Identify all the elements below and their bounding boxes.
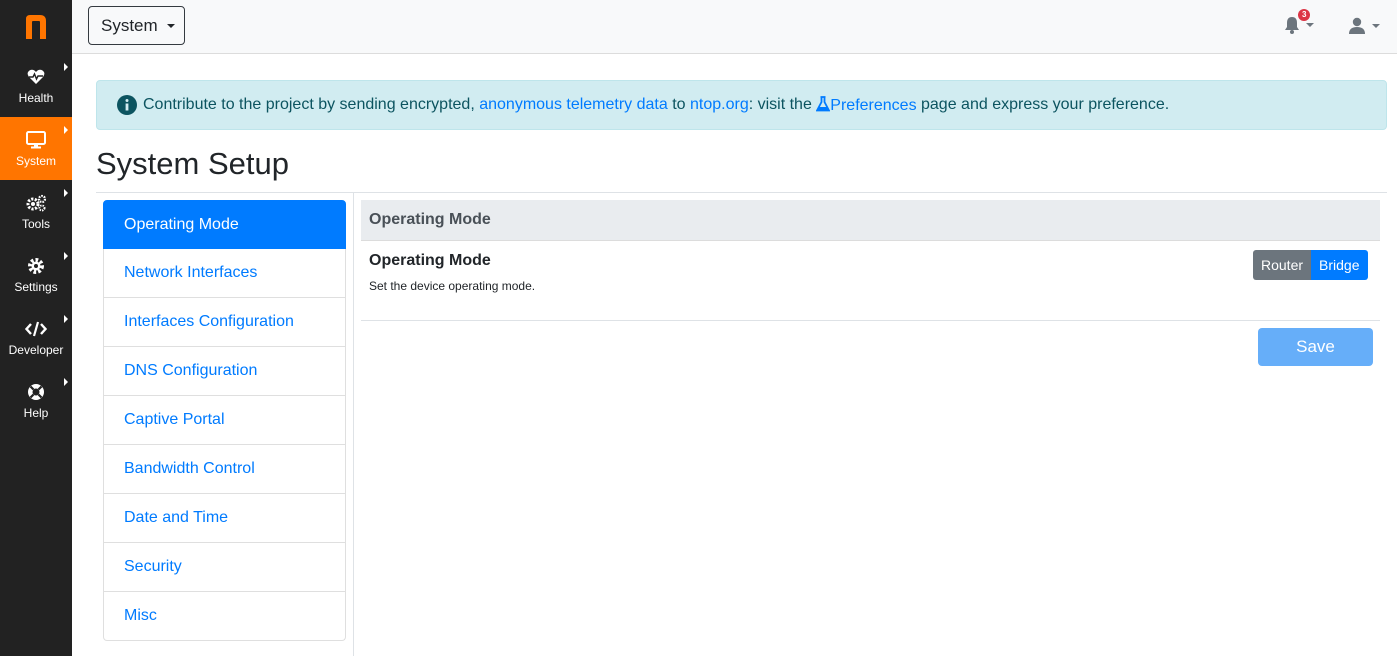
caret-right-icon: [64, 189, 68, 197]
panel-header: Operating Mode: [361, 200, 1380, 241]
page-title: System Setup: [96, 146, 289, 181]
gear-icon: [27, 256, 45, 276]
sidebar-item-help[interactable]: Help: [0, 369, 72, 432]
ntop-org-link[interactable]: ntop.org: [690, 96, 749, 114]
user-icon: [1349, 17, 1365, 34]
tab-date-and-time[interactable]: Date and Time: [103, 494, 346, 543]
caret-right-icon: [64, 315, 68, 323]
sidebar-item-label: Settings: [14, 279, 58, 294]
desktop-icon: [26, 130, 46, 150]
bell-icon: [1285, 17, 1299, 34]
notifications-dropdown[interactable]: 3: [1284, 9, 1316, 38]
tab-interfaces-configuration[interactable]: Interfaces Configuration: [103, 298, 346, 347]
notifications-count-badge: 3: [1298, 9, 1311, 21]
chevron-down-icon: [1306, 23, 1314, 27]
save-button[interactable]: Save: [1258, 328, 1373, 366]
router-option-button[interactable]: Router: [1253, 250, 1312, 280]
panel-divider: [361, 320, 1380, 321]
chevron-down-icon: [1372, 24, 1380, 28]
code-icon: [25, 319, 47, 339]
caret-right-icon: [64, 63, 68, 71]
sidebar-item-health[interactable]: Health: [0, 54, 72, 117]
sidebar-item-developer[interactable]: Developer: [0, 306, 72, 369]
caret-right-icon: [64, 252, 68, 260]
setting-description: Set the device operating mode.: [369, 279, 536, 293]
sidebar-item-tools[interactable]: Tools: [0, 180, 72, 243]
heartbeat-icon: [27, 67, 45, 87]
sidebar-item-settings[interactable]: Settings: [0, 243, 72, 306]
cogs-icon: [25, 193, 47, 213]
system-dropdown-label: System: [101, 15, 158, 35]
sidebar-item-label: Help: [23, 405, 49, 420]
operating-mode-toggle: Router Bridge: [1253, 250, 1368, 280]
sidebar-item-label: Tools: [21, 216, 50, 231]
user-menu-dropdown[interactable]: [1347, 16, 1381, 38]
bridge-option-button[interactable]: Bridge: [1311, 250, 1368, 280]
life-ring-icon: [27, 382, 45, 402]
tab-security[interactable]: Security: [103, 543, 346, 592]
alert-text-visit: : visit the: [748, 96, 817, 113]
ntop-logo-icon: [26, 15, 46, 39]
sidebar-item-label: System: [15, 153, 56, 168]
alert-text-after: page and express your preference.: [916, 96, 1170, 113]
caret-right-icon: [64, 126, 68, 134]
tab-network-interfaces[interactable]: Network Interfaces: [103, 249, 346, 298]
system-dropdown[interactable]: System: [88, 6, 185, 45]
ntop-logo[interactable]: [0, 0, 72, 54]
sidebar-item-system[interactable]: System: [0, 117, 72, 180]
setup-tab-list: Operating Mode Network Interfaces Interf…: [103, 200, 346, 641]
tab-misc[interactable]: Misc: [103, 592, 346, 641]
tab-captive-portal[interactable]: Captive Portal: [103, 396, 346, 445]
title-divider: [96, 192, 1387, 193]
top-navbar: System 3: [72, 0, 1397, 54]
setting-title: Operating Mode: [369, 252, 491, 269]
flask-icon: [816, 95, 831, 112]
info-circle-icon: [117, 95, 137, 115]
tab-dns-configuration[interactable]: DNS Configuration: [103, 347, 346, 396]
preferences-link[interactable]: Preferences: [816, 95, 917, 115]
tab-bandwidth-control[interactable]: Bandwidth Control: [103, 445, 346, 494]
sidebar-item-label: Developer: [8, 342, 64, 357]
chevron-down-icon: [166, 23, 175, 28]
telemetry-alert: Contribute to the project by sending enc…: [96, 80, 1387, 130]
alert-text-before: Contribute to the project by sending enc…: [143, 96, 475, 113]
sidebar-item-label: Health: [18, 90, 54, 105]
preferences-link-label: Preferences: [830, 96, 917, 114]
tab-operating-mode[interactable]: Operating Mode: [103, 200, 346, 249]
telemetry-link[interactable]: anonymous telemetry data: [479, 96, 668, 114]
alert-text-to: to: [667, 96, 690, 113]
sidebar: Health System Tools Settings Developer H…: [0, 0, 72, 656]
vertical-divider: [353, 193, 354, 656]
caret-right-icon: [64, 378, 68, 386]
